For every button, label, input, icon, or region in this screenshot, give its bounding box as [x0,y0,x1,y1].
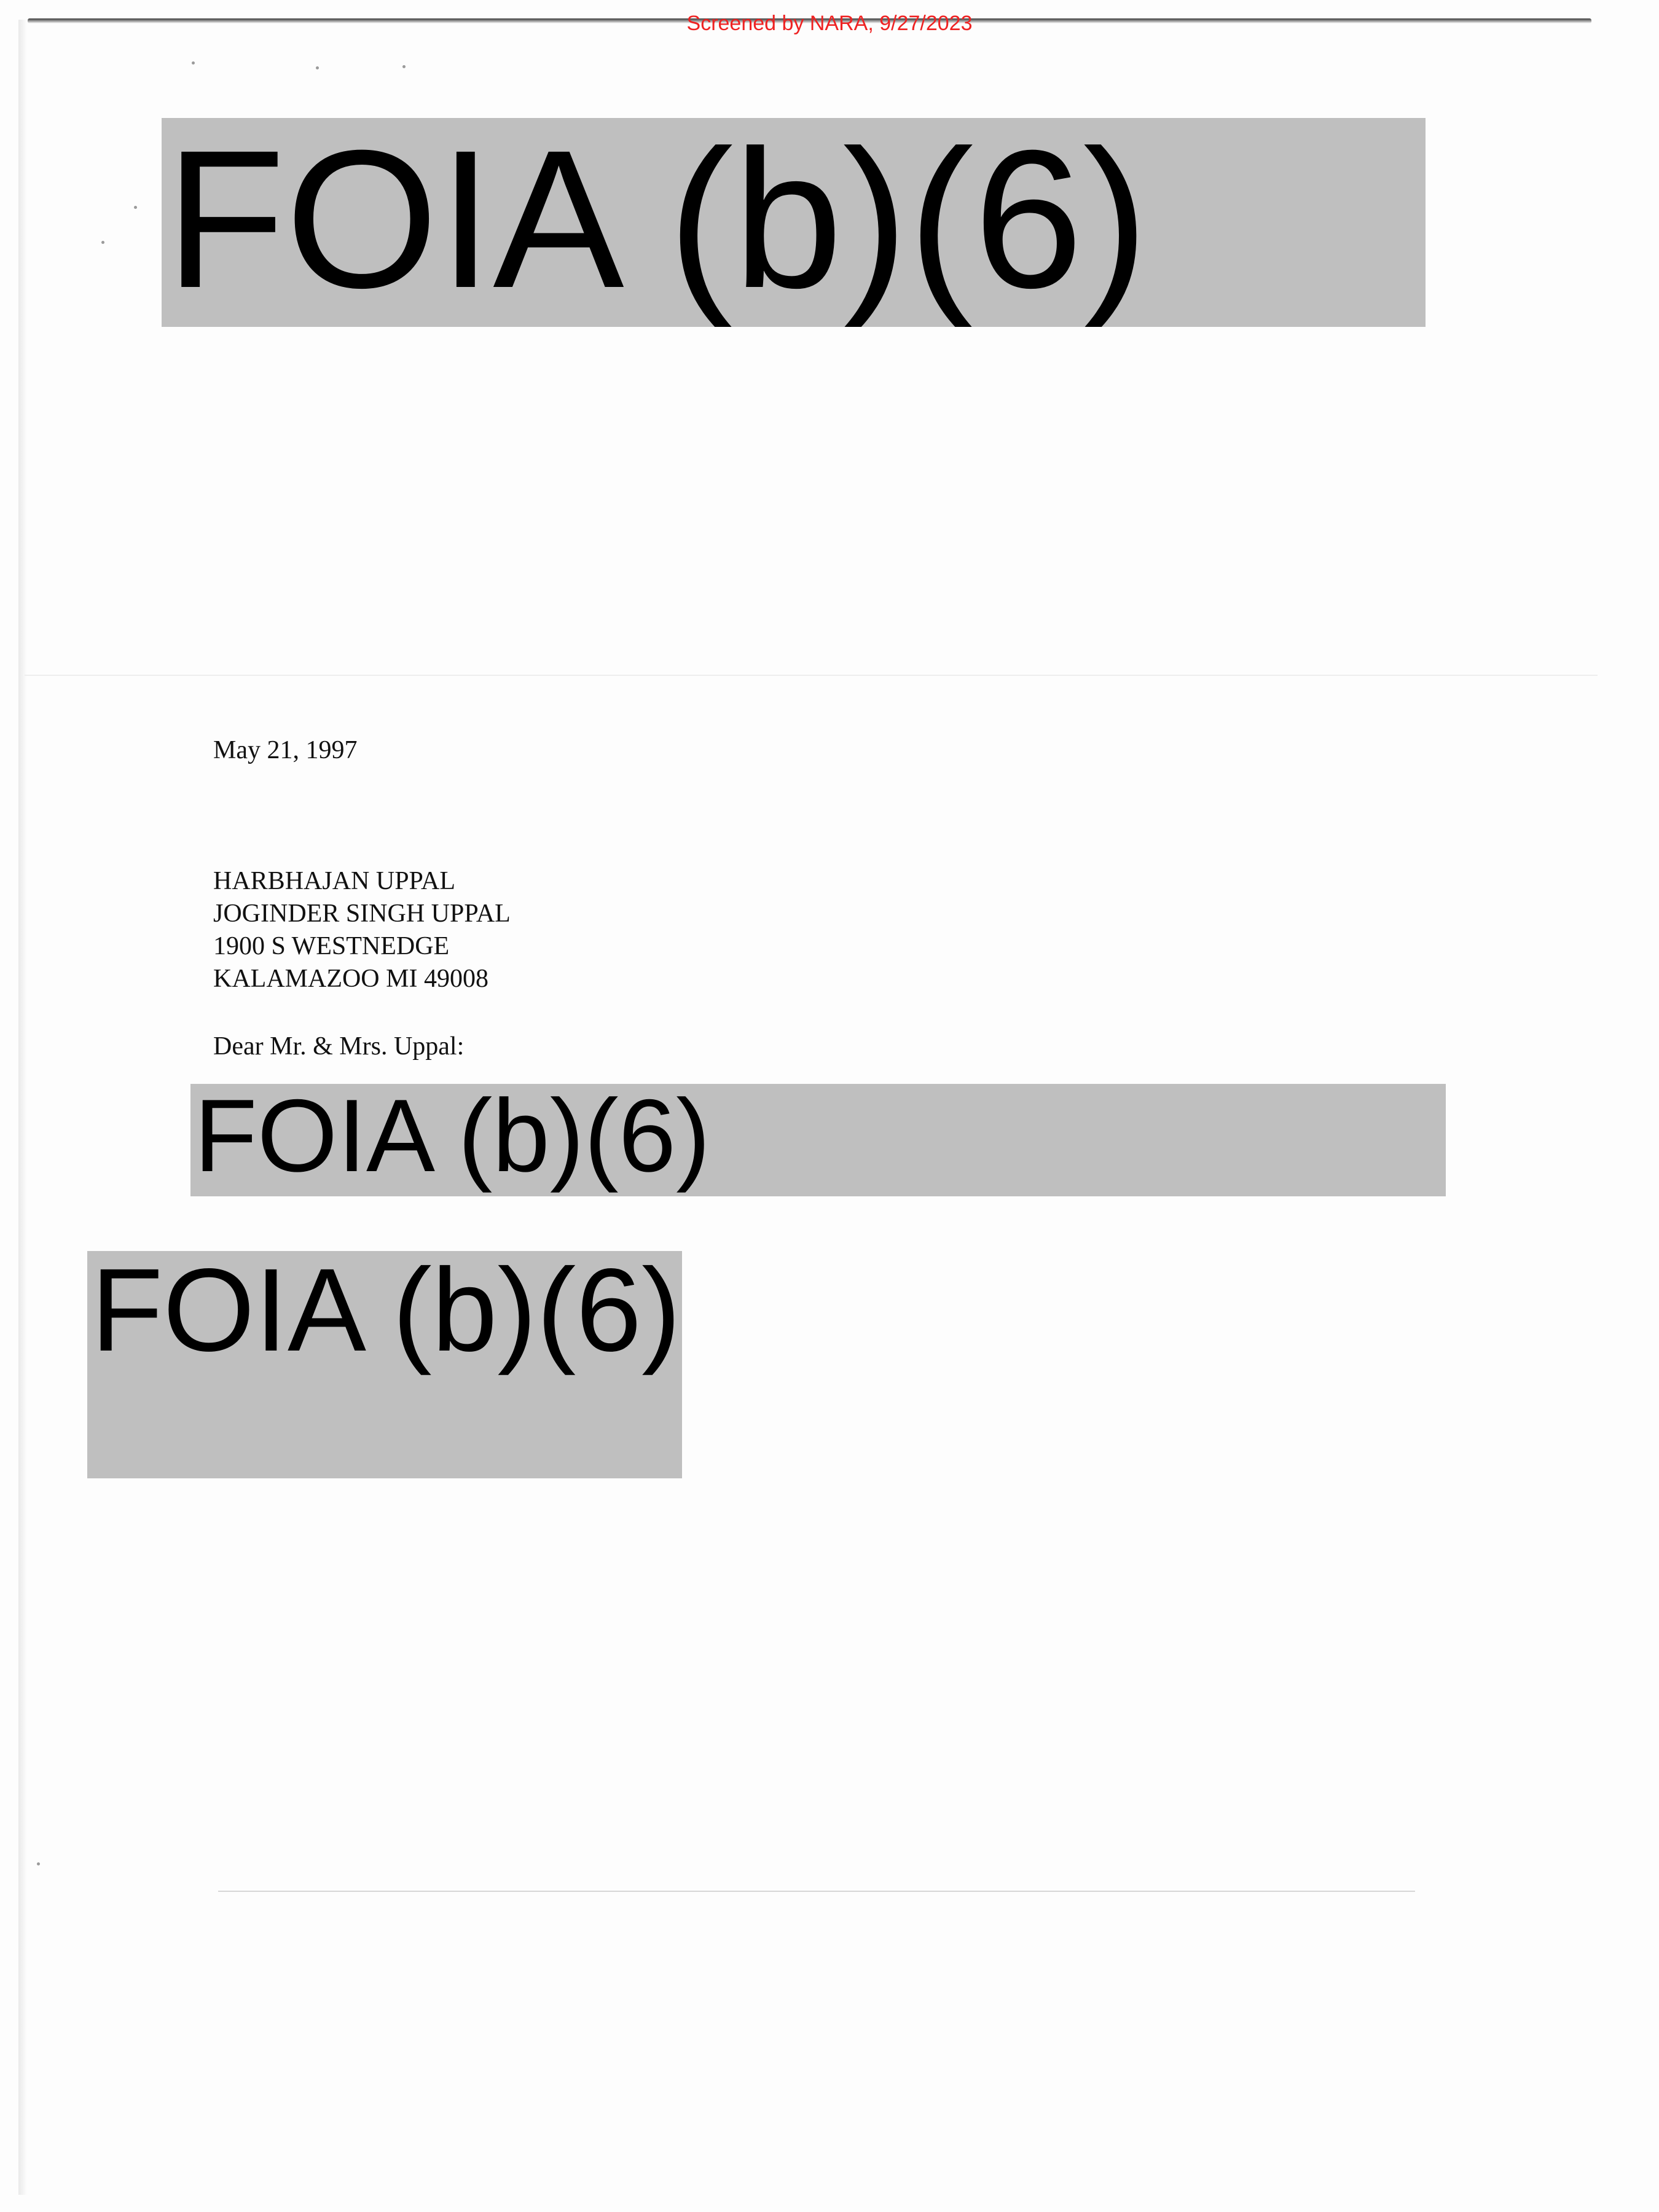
scan-speck [134,206,137,209]
scanned-page: Screened by NARA, 9/27/2023 FOIA (b)(6) … [0,0,1659,2212]
fold-line [25,675,1598,676]
address-line-name-2: JOGINDER SINGH UPPAL [213,900,511,928]
address-line-street: 1900 S WESTNEDGE [213,932,450,960]
scan-speck [101,241,104,244]
page-left-edge [18,20,27,2195]
footer-rule [218,1891,1415,1892]
letter-date: May 21, 1997 [213,736,358,764]
address-line-city: KALAMAZOO MI 49008 [213,965,488,993]
nara-screening-stamp: Screened by NARA, 9/27/2023 [686,12,973,35]
redaction-box-body: FOIA (b)(6) [190,1084,1446,1196]
address-line-name-1: HARBHAJAN UPPAL [213,867,456,895]
scan-speck [37,1862,40,1865]
scan-speck [192,61,195,65]
redaction-box-closing: FOIA (b)(6) [87,1251,682,1478]
letter-salutation: Dear Mr. & Mrs. Uppal: [213,1032,465,1061]
scan-speck [402,65,406,68]
recipient-address-block: HARBHAJAN UPPAL JOGINDER SINGH UPPAL 190… [213,865,511,995]
redaction-box-header: FOIA (b)(6) [162,118,1426,327]
scan-speck [316,66,319,69]
